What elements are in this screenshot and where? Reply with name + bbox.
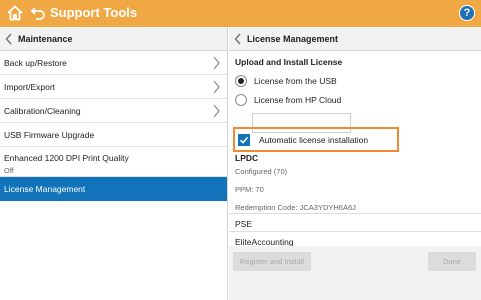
register-and-install-button[interactable]: Register and Install [233, 252, 311, 271]
menu-item-import-export[interactable]: Import/Export [0, 75, 227, 99]
lpdc-ppm: PPM: 70 [235, 185, 264, 194]
chevron-right-icon [211, 104, 221, 118]
maintenance-panel: Maintenance Back up/Restore Import/Expor… [0, 27, 228, 300]
menu-item-label: Import/Export [4, 81, 56, 92]
radio-label: License from the USB [254, 75, 337, 86]
license-item-pse[interactable]: PSE [229, 213, 481, 233]
panel-title: License Management [247, 33, 339, 44]
menu-item-label: Back up/Restore [4, 57, 67, 68]
license-management-panel: License Management Upload and Install Li… [229, 27, 481, 300]
automatic-license-installation-checkbox[interactable]: Automatic license installation [233, 127, 399, 152]
home-icon[interactable] [6, 4, 24, 22]
radio-button-checked[interactable] [235, 74, 247, 87]
chevron-left-icon[interactable] [229, 27, 247, 51]
license-item-label: PSE [235, 218, 253, 229]
app-title: Support Tools [50, 5, 138, 20]
license-panel-header: License Management [229, 27, 481, 51]
help-icon[interactable]: ? [459, 5, 475, 21]
top-bar: Support Tools ? [0, 0, 481, 27]
menu-item-value: Off [4, 166, 14, 175]
action-footer: Register and Install Done [229, 246, 481, 300]
lpdc-section: LPDC Configured (70) PPM: 70 Redemption … [235, 153, 479, 217]
lpdc-status: Configured (70) [235, 167, 288, 176]
menu-item-enhanced-dpi[interactable]: Enhanced 1200 DPI Print Quality Off [0, 147, 227, 177]
checkbox-label: Automatic license installation [259, 134, 369, 145]
menu-item-calibration-cleaning[interactable]: Calibration/Cleaning [0, 99, 227, 123]
license-item-label: EliteAccounting [235, 236, 294, 247]
chevron-right-icon [211, 56, 221, 70]
radio-button[interactable] [235, 93, 247, 106]
back-arrow-icon[interactable] [30, 5, 46, 21]
maintenance-panel-header: Maintenance [0, 27, 227, 51]
menu-item-label: License Management [4, 183, 86, 194]
lpdc-heading: LPDC [235, 153, 259, 163]
panel-title: Maintenance [18, 33, 73, 44]
chevron-right-icon [211, 80, 221, 94]
upload-section-title: Upload and Install License [235, 57, 343, 67]
radio-label: License from HP Cloud [254, 94, 342, 105]
done-button[interactable]: Done [428, 252, 476, 271]
radio-license-usb[interactable]: License from the USB [229, 71, 481, 90]
checkbox-checked-icon[interactable] [238, 133, 250, 146]
menu-item-label: Enhanced 1200 DPI Print Quality [4, 153, 129, 163]
chevron-left-icon[interactable] [0, 27, 18, 51]
radio-license-hp-cloud[interactable]: License from HP Cloud [229, 90, 481, 109]
menu-item-label: USB Firmware Upgrade [4, 129, 95, 140]
menu-item-usb-firmware-upgrade[interactable]: USB Firmware Upgrade [0, 123, 227, 147]
menu-item-backup-restore[interactable]: Back up/Restore [0, 51, 227, 75]
menu-item-license-management[interactable]: License Management [0, 177, 227, 201]
menu-item-label: Calibration/Cleaning [4, 105, 81, 116]
